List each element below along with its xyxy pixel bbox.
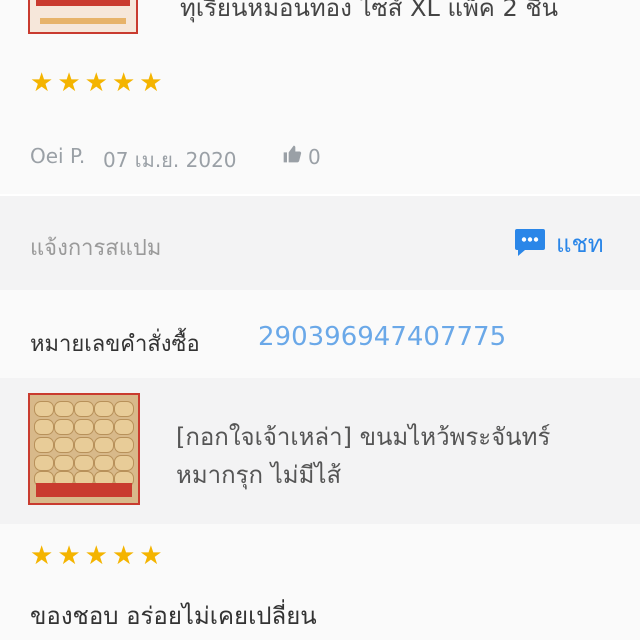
order-number-link[interactable]: 290396947407775: [258, 322, 506, 352]
like-button[interactable]: 0: [282, 144, 321, 169]
like-count: 0: [308, 144, 321, 169]
star-icon: ★: [30, 541, 54, 571]
top-product-card[interactable]: ทุเรียนหมอนทอง ไซส์ XL แพ็ค 2 ชิ้น: [0, 0, 640, 54]
star-icon: ★: [139, 541, 163, 571]
star-icon: ★: [111, 541, 136, 571]
thumbs-up-icon: [282, 144, 302, 169]
review-date: 07 เม.ย. 2020: [103, 148, 237, 172]
product-name: [กอกใจเจ้าเหล่า] ขนมไหว้พระจันทร์ หมากรุ…: [176, 423, 551, 489]
chat-icon: [514, 227, 546, 261]
star-icon: ★: [111, 68, 136, 98]
star-icon: ★: [30, 68, 54, 98]
top-product-thumbnail: [28, 0, 138, 34]
rating-stars: ★ ★ ★ ★ ★: [30, 70, 163, 96]
review-text: ของชอบ อร่อยไม่เคยเปลี่ยน: [30, 602, 317, 630]
report-spam-link[interactable]: แจ้งการสแปม: [30, 230, 161, 265]
top-product-name: ทุเรียนหมอนทอง ไซส์ XL แพ็ค 2 ชิ้น: [180, 0, 559, 22]
reviewer-name: Oei P.: [30, 144, 86, 168]
star-icon: ★: [139, 68, 163, 98]
star-icon: ★: [57, 68, 81, 98]
chat-label: แชท: [556, 230, 604, 258]
star-icon: ★: [57, 541, 81, 571]
star-icon: ★: [84, 68, 108, 98]
product-thumbnail: [28, 393, 140, 505]
star-icon: ★: [84, 541, 108, 571]
rating-stars: ★ ★ ★ ★ ★: [30, 543, 163, 569]
chat-button[interactable]: แชท: [514, 224, 604, 263]
order-number-label: หมายเลขคำสั่งซื้อ: [30, 332, 200, 357]
